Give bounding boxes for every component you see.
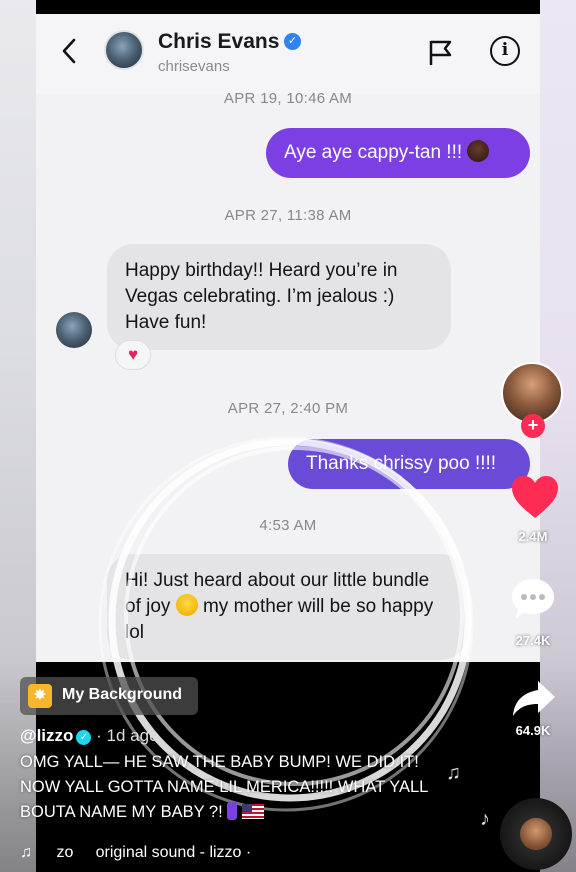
message-timestamp: APR 27, 11:38 AM: [224, 207, 352, 224]
incoming-message[interactable]: Happy birthday!! Heard you’re in Vegas c…: [107, 244, 451, 350]
message-timestamp: APR 27, 2:40 PM: [227, 400, 349, 417]
like-count: 2.4M: [518, 529, 548, 544]
sound-name: original sound - lizzo ·: [95, 844, 252, 861]
music-disc[interactable]: [500, 798, 572, 870]
info-icon[interactable]: i: [490, 36, 520, 66]
comment-icon[interactable]: [509, 576, 557, 622]
message-timestamp: APR 19, 10:46 AM: [223, 90, 353, 107]
pregnant-emoji-icon: [227, 802, 238, 820]
caption-text: OMG YALL— HE SAW THE BABY BUMP! WE DID I…: [20, 750, 460, 825]
contact-handle: chrisevans: [158, 58, 230, 75]
us-flag-icon: [241, 804, 264, 819]
sender-avatar: [56, 312, 92, 348]
sound-row[interactable]: ♫ zo original sound - lizzo ·: [20, 844, 251, 862]
share-count: 64.9K: [515, 723, 551, 738]
sparkle-icon: ✸: [28, 684, 52, 708]
flag-icon[interactable]: [428, 38, 454, 66]
creator-username[interactable]: @lizzo: [20, 726, 73, 745]
post-age: · 1d ago: [96, 726, 159, 745]
caption-body: OMG YALL— HE SAW THE BABY BUMP! WE DID I…: [20, 753, 428, 821]
incoming-message[interactable]: Hi! Just heard about our little bundle o…: [107, 554, 467, 660]
follow-plus-icon[interactable]: +: [521, 414, 545, 438]
share-icon[interactable]: [511, 678, 557, 720]
music-note-icon: ♫: [20, 844, 32, 861]
verified-icon: ✓: [76, 730, 92, 745]
contact-name[interactable]: Chris Evans: [158, 30, 279, 54]
heart-icon[interactable]: [510, 474, 560, 520]
heart-reaction-icon[interactable]: ♥: [115, 340, 151, 370]
music-disc-cover: [520, 818, 552, 850]
contact-avatar[interactable]: [104, 30, 144, 70]
laughing-emoji-icon: [175, 594, 198, 616]
outgoing-message-text: Aye aye cappy-tan !!!: [284, 142, 463, 163]
background-badge[interactable]: ✸ My Background: [20, 677, 198, 715]
back-arrow-icon[interactable]: [58, 36, 82, 66]
background-badge-label: My Background: [62, 686, 183, 703]
outgoing-message[interactable]: Aye aye cappy-tan !!!: [266, 128, 530, 178]
bowing-emoji-icon: [467, 140, 490, 162]
comment-count: 27.4K: [515, 633, 551, 648]
incoming-message-text-continued: my mother will be so happy lol: [125, 596, 434, 643]
message-timestamp: 4:53 AM: [259, 517, 317, 534]
outgoing-message[interactable]: Thanks chrissy poo !!!!: [288, 439, 530, 489]
chat-header: Chris Evans ✓ chrisevans i: [36, 14, 540, 94]
verified-icon: ✓: [284, 33, 301, 50]
top-bar: [36, 0, 540, 14]
floating-music-note-icon: ♪: [480, 808, 490, 830]
caption-header: @lizzo ✓ · 1d ago: [20, 726, 159, 746]
dm-screenshot: Chris Evans ✓ chrisevans i APR 19, 10:46…: [36, 14, 540, 662]
sound-prefix: zo: [56, 844, 74, 861]
